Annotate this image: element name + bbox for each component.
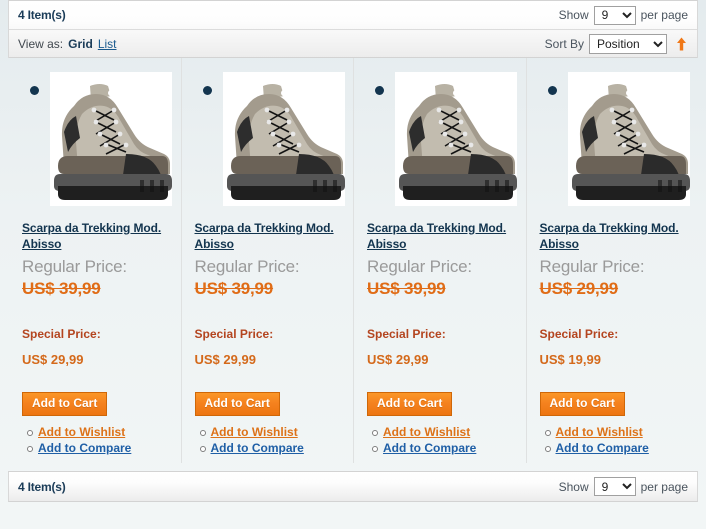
add-to-cart-button[interactable]: Add to Cart [367, 392, 453, 416]
product-image-wrap [8, 72, 181, 210]
sorter-top: Sort By Position [544, 33, 688, 54]
view-mode-grid: Grid [68, 36, 93, 51]
product-name-link[interactable]: Scarpa da Trekking Mod. Abisso [195, 220, 342, 252]
list-item: Add to Wishlist [27, 425, 169, 440]
add-to-wishlist-link[interactable]: Add to Wishlist [38, 425, 125, 439]
toolbar-top: 4 Item(s) Show 9 per page View as: Grid … [8, 0, 698, 58]
special-price-value: US$ 29,99 [367, 352, 429, 367]
product-card: Scarpa da Trekking Mod. Abisso Regular P… [525, 58, 699, 471]
bullet-dot-left-icon [375, 86, 384, 95]
add-to-cart-button[interactable]: Add to Cart [22, 392, 108, 416]
limiter-select-bottom[interactable]: 9 [593, 477, 636, 496]
product-card: Scarpa da Trekking Mod. Abisso Regular P… [180, 58, 354, 471]
product-links: Add to Wishlist Add to Compare [22, 425, 169, 456]
product-listing-page: 4 Item(s) Show 9 per page View as: Grid … [0, 0, 706, 529]
product-info: Scarpa da Trekking Mod. Abisso Regular P… [526, 220, 699, 457]
product-image-link[interactable] [222, 72, 345, 206]
special-price-value: US$ 29,99 [22, 352, 84, 367]
add-to-cart-button[interactable]: Add to Cart [194, 392, 280, 416]
product-name-link[interactable]: Scarpa da Trekking Mod. Abisso [22, 220, 169, 252]
product-card: Scarpa da Trekking Mod. Abisso Regular P… [8, 58, 181, 471]
product-name-link[interactable]: Scarpa da Trekking Mod. Abisso [540, 220, 687, 252]
regular-price-value: US$ 29,99 [539, 279, 619, 298]
add-to-wishlist-link[interactable]: Add to Wishlist [383, 425, 470, 439]
regular-price-value: US$ 39,99 [22, 279, 101, 298]
special-price-label: Special Price: [539, 327, 619, 341]
special-price-label: Special Price: [194, 327, 274, 341]
regular-price-label: Regular Price: [367, 257, 472, 276]
arrow-up-icon[interactable] [675, 36, 688, 52]
regular-price-label: Regular Price: [22, 257, 127, 276]
view-as-label: View as: [18, 36, 64, 51]
list-item: Add to Compare [199, 441, 342, 456]
limiter-label-bottom: Show [558, 479, 589, 494]
add-to-wishlist-link[interactable]: Add to Wishlist [556, 425, 643, 439]
product-image-link[interactable] [50, 72, 172, 206]
limiter-select-top[interactable]: 9 [593, 5, 636, 25]
product-image-wrap [181, 72, 354, 210]
special-price-label: Special Price: [367, 327, 446, 341]
view-as-control: View as: Grid List [18, 37, 117, 51]
list-item: Add to Wishlist [544, 425, 687, 440]
product-image-wrap [353, 72, 526, 210]
regular-price-value: US$ 39,99 [194, 279, 274, 298]
bullet-dot-left-icon [202, 86, 212, 95]
special-price-value: US$ 29,99 [194, 352, 256, 367]
view-mode-list-link[interactable]: List [98, 37, 117, 51]
product-image-link[interactable] [395, 72, 517, 206]
product-name-link[interactable]: Scarpa da Trekking Mod. Abisso [367, 220, 514, 252]
sorter-label: Sort By [544, 36, 584, 51]
limiter-label-top: Show [558, 8, 589, 22]
product-info: Scarpa da Trekking Mod. Abisso Regular P… [181, 220, 354, 457]
list-item: Add to Wishlist [199, 425, 342, 440]
special-price-label: Special Price: [22, 327, 101, 341]
limiter-suffix-bottom: per page [640, 479, 688, 494]
toolbar-view-row: View as: Grid List Sort By Position [9, 30, 697, 58]
add-to-wishlist-link[interactable]: Add to Wishlist [211, 425, 298, 439]
bullet-dot-left-icon [30, 86, 39, 95]
add-to-cart-button[interactable]: Add to Cart [539, 392, 625, 416]
product-image-link[interactable] [567, 72, 690, 206]
product-info: Scarpa da Trekking Mod. Abisso Regular P… [8, 220, 181, 457]
regular-price-value: US$ 39,99 [367, 279, 446, 298]
product-links: Add to Wishlist Add to Compare [540, 425, 687, 456]
special-price-value: US$ 19,99 [539, 352, 601, 367]
add-to-compare-link[interactable]: Add to Compare [211, 441, 304, 455]
limiter-suffix-top: per page [640, 8, 688, 22]
add-to-compare-link[interactable]: Add to Compare [556, 441, 649, 455]
regular-price-label: Regular Price: [539, 257, 645, 276]
list-item: Add to Wishlist [372, 425, 514, 440]
product-card: Scarpa da Trekking Mod. Abisso Regular P… [353, 58, 526, 471]
product-info: Scarpa da Trekking Mod. Abisso Regular P… [353, 220, 526, 457]
item-count-top: 4 Item(s) [18, 8, 66, 22]
bullet-dot-left-icon [547, 86, 557, 95]
toolbar-bottom: 4 Item(s) Show 9 per page [8, 471, 698, 502]
products-grid: Scarpa da Trekking Mod. Abisso Regular P… [8, 58, 698, 471]
product-image-wrap [526, 72, 699, 210]
add-to-compare-link[interactable]: Add to Compare [38, 441, 131, 455]
limiter-bottom: Show 9 per page [559, 477, 688, 496]
sorter-select[interactable]: Position [589, 33, 667, 54]
add-to-compare-link[interactable]: Add to Compare [383, 441, 476, 455]
item-count-bottom: 4 Item(s) [18, 479, 66, 494]
regular-price-label: Regular Price: [194, 257, 300, 276]
toolbar-count-row: 4 Item(s) Show 9 per page [9, 1, 697, 30]
list-item: Add to Compare [544, 441, 687, 456]
limiter-top: Show 9 per page [558, 5, 688, 25]
toolbar-count-row-bottom: 4 Item(s) Show 9 per page [9, 472, 697, 501]
product-links: Add to Wishlist Add to Compare [195, 425, 342, 456]
list-item: Add to Compare [372, 441, 514, 456]
product-links: Add to Wishlist Add to Compare [367, 425, 514, 456]
list-item: Add to Compare [27, 441, 169, 456]
